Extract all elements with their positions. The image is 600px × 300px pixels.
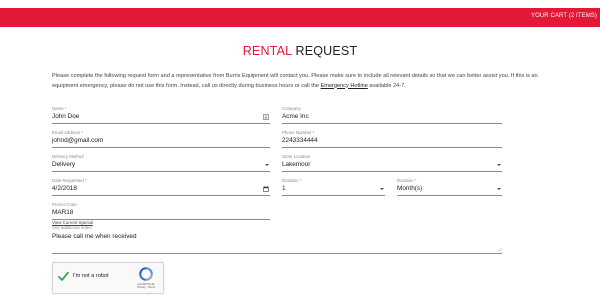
page-title: RENTAL REQUEST xyxy=(0,44,600,58)
phone-label: Phone Number * xyxy=(282,130,315,135)
promo-code-label: Promo Code xyxy=(52,202,77,207)
duration-count-label: Duration * xyxy=(282,178,302,183)
checkmark-icon[interactable] xyxy=(58,271,69,282)
promo-code-value[interactable]: MAR18 xyxy=(52,209,73,216)
recaptcha-widget: I'm not a robot reCAPTCHA Privacy - Term… xyxy=(52,262,164,294)
chevron-down-icon[interactable] xyxy=(497,164,501,166)
company-value[interactable]: Acme Inc xyxy=(282,113,309,120)
phone-value[interactable]: 2243334444 xyxy=(282,137,318,144)
notes-textarea[interactable]: Any additional notes Please call me when… xyxy=(52,225,502,254)
contact-card-icon[interactable] xyxy=(263,114,269,120)
store-location-select[interactable]: Store Location Lakemoor xyxy=(282,154,502,172)
phone-field[interactable]: Phone Number * 2243334444 xyxy=(282,130,502,148)
date-requested-value[interactable]: 4/2/2018 xyxy=(52,185,77,192)
duration-count-select[interactable]: Duration * 1 xyxy=(282,178,385,196)
delivery-method-select[interactable]: Delivery Method Delivery xyxy=(52,154,270,172)
delivery-method-label: Delivery Method xyxy=(52,154,84,159)
store-location-label: Store Location xyxy=(282,154,311,159)
date-requested-field[interactable]: Date Requested * 4/2/2018 xyxy=(52,178,270,196)
name-value[interactable]: John Doe xyxy=(52,113,79,120)
intro-text: Please complete the following request fo… xyxy=(52,73,538,89)
cart-link[interactable]: YOUR CART (2 ITEMS) xyxy=(531,13,597,19)
recaptcha-label: I'm not a robot xyxy=(73,273,109,279)
recaptcha-privacy-terms[interactable]: Privacy - Terms xyxy=(134,286,158,289)
name-field[interactable]: Name * John Doe xyxy=(52,106,270,124)
emergency-hotline-link[interactable]: Emergency Hotline xyxy=(321,83,368,89)
notes-value[interactable]: Please call me when received xyxy=(52,233,137,240)
chevron-down-icon[interactable] xyxy=(497,188,501,190)
email-value[interactable]: johnd@gmail.com xyxy=(52,137,103,144)
top-header-bar: YOUR CART (2 ITEMS) xyxy=(0,8,600,27)
email-field[interactable]: Email Address * johnd@gmail.com xyxy=(52,130,270,148)
promo-code-field[interactable]: Promo Code MAR18 xyxy=(52,202,270,220)
calendar-icon[interactable] xyxy=(263,186,269,192)
store-location-value[interactable]: Lakemoor xyxy=(282,161,310,168)
page-title-accent: RENTAL xyxy=(242,44,292,58)
duration-unit-label: Duration * xyxy=(397,178,417,183)
recaptcha-logo-icon xyxy=(139,267,153,281)
duration-unit-value[interactable]: Month(s) xyxy=(397,185,422,192)
intro-paragraph: Please complete the following request fo… xyxy=(52,72,558,91)
delivery-method-value[interactable]: Delivery xyxy=(52,161,75,168)
duration-count-value[interactable]: 1 xyxy=(282,185,286,192)
name-label: Name * xyxy=(52,106,67,111)
page-title-rest: REQUEST xyxy=(291,44,358,58)
notes-label: Any additional notes xyxy=(52,225,92,230)
date-requested-label: Date Requested * xyxy=(52,178,87,183)
chevron-down-icon[interactable] xyxy=(380,188,384,190)
email-label: Email Address * xyxy=(52,130,83,135)
company-field[interactable]: Company Acme Inc xyxy=(282,106,502,124)
duration-unit-select[interactable]: Duration * Month(s) xyxy=(397,178,502,196)
chevron-down-icon[interactable] xyxy=(265,164,269,166)
resize-grip-icon[interactable] xyxy=(497,247,502,252)
company-label: Company xyxy=(282,106,301,111)
intro-text-end: available 24-7. xyxy=(367,82,406,89)
